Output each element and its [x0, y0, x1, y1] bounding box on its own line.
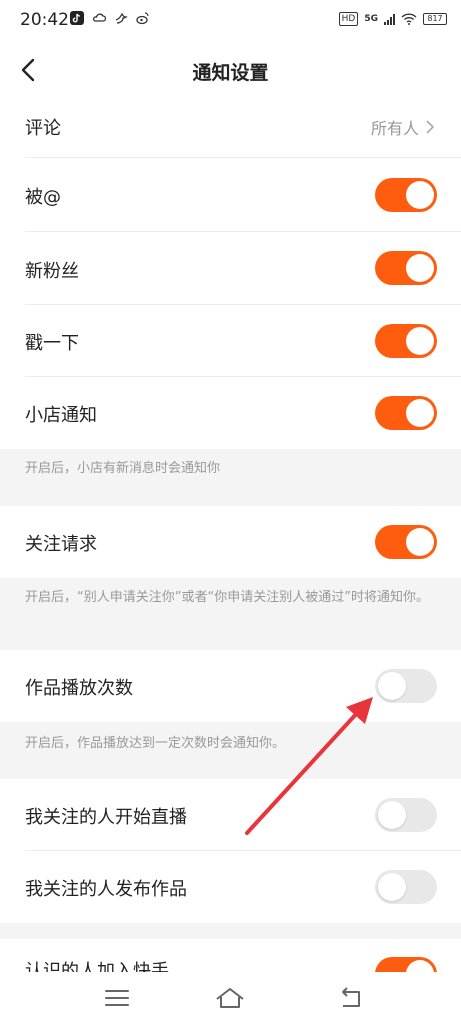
- shop-note: 开启后，小店有新消息时会通知你: [0, 449, 461, 506]
- row-label: 小店通知: [25, 405, 97, 426]
- row-label: 我关注的人开始直播: [25, 807, 187, 828]
- status-bar: 20:42 HD 5G 817: [0, 0, 461, 44]
- at-mention-toggle[interactable]: [375, 178, 437, 212]
- row-acquaintance-joined: 认识的人加入快手: [0, 939, 461, 972]
- row-play-count: 作品播放次数: [0, 650, 461, 722]
- post-work-toggle[interactable]: [375, 870, 437, 904]
- row-label: 作品播放次数: [25, 678, 133, 699]
- row-post-work: 我关注的人发布作品: [0, 851, 461, 923]
- row-label: 认识的人加入快手: [25, 961, 169, 972]
- chevron-right-icon: [426, 120, 435, 134]
- comment-audience: 所有人: [370, 119, 419, 138]
- play-count-toggle[interactable]: [375, 669, 437, 703]
- live-start-toggle[interactable]: [375, 798, 437, 832]
- row-label: 戳一下: [25, 333, 79, 354]
- play-count-note: 开启后，作品播放达到一定次数时会通知你。: [0, 722, 461, 779]
- row-label: 被@: [25, 187, 61, 208]
- acquaintance-toggle[interactable]: [375, 957, 437, 972]
- row-label: 评论: [25, 118, 61, 139]
- note-text: 开启后，“别人申请关注你”或者“你申请关注别人被通过”时将通知你。: [25, 590, 429, 605]
- new-fans-toggle[interactable]: [375, 251, 437, 285]
- signal-icon: [384, 13, 395, 25]
- row-comment[interactable]: 评论 所有人: [0, 98, 461, 158]
- row-live-start: 我关注的人开始直播: [0, 779, 461, 851]
- page-title: 通知设置: [192, 62, 269, 84]
- system-nav-bar: [0, 972, 461, 1024]
- menu-icon[interactable]: [100, 984, 134, 1012]
- status-time: 20:42: [20, 10, 69, 30]
- row-follow-request: 关注请求: [0, 506, 461, 578]
- battery-icon: 817: [423, 13, 447, 25]
- shop-toggle[interactable]: [375, 396, 437, 430]
- note-text: 开启后，作品播放达到一定次数时会通知你。: [25, 736, 286, 751]
- note-text: 开启后，小店有新消息时会通知你: [25, 461, 221, 476]
- follow-request-note: 开启后，“别人申请关注你”或者“你申请关注别人被通过”时将通知你。: [0, 578, 461, 650]
- row-shop: 小店通知: [0, 377, 461, 449]
- weibo-icon: [136, 12, 149, 25]
- row-poke: 戳一下: [0, 305, 461, 377]
- row-label: 新粉丝: [25, 261, 79, 282]
- home-icon[interactable]: [213, 984, 247, 1012]
- comment-value[interactable]: 所有人: [371, 115, 435, 139]
- cloud-icon: [92, 13, 106, 22]
- poke-toggle[interactable]: [375, 324, 437, 358]
- hd-badge: HD: [338, 12, 359, 26]
- status-app-icons: [70, 11, 150, 25]
- follow-request-toggle[interactable]: [375, 525, 437, 559]
- network-type: 5G: [364, 14, 378, 24]
- app-header: 通知设置: [0, 44, 461, 98]
- row-at-mention: 被@: [0, 158, 461, 232]
- wifi-icon: [401, 13, 417, 25]
- row-new-fans: 新粉丝: [0, 232, 461, 305]
- status-right: HD 5G 817: [338, 12, 447, 26]
- back-icon[interactable]: [334, 984, 368, 1012]
- row-label: 我关注的人发布作品: [25, 879, 187, 900]
- bird-icon: [115, 12, 128, 24]
- tiktok-icon: [70, 11, 84, 25]
- row-label: 关注请求: [25, 534, 97, 555]
